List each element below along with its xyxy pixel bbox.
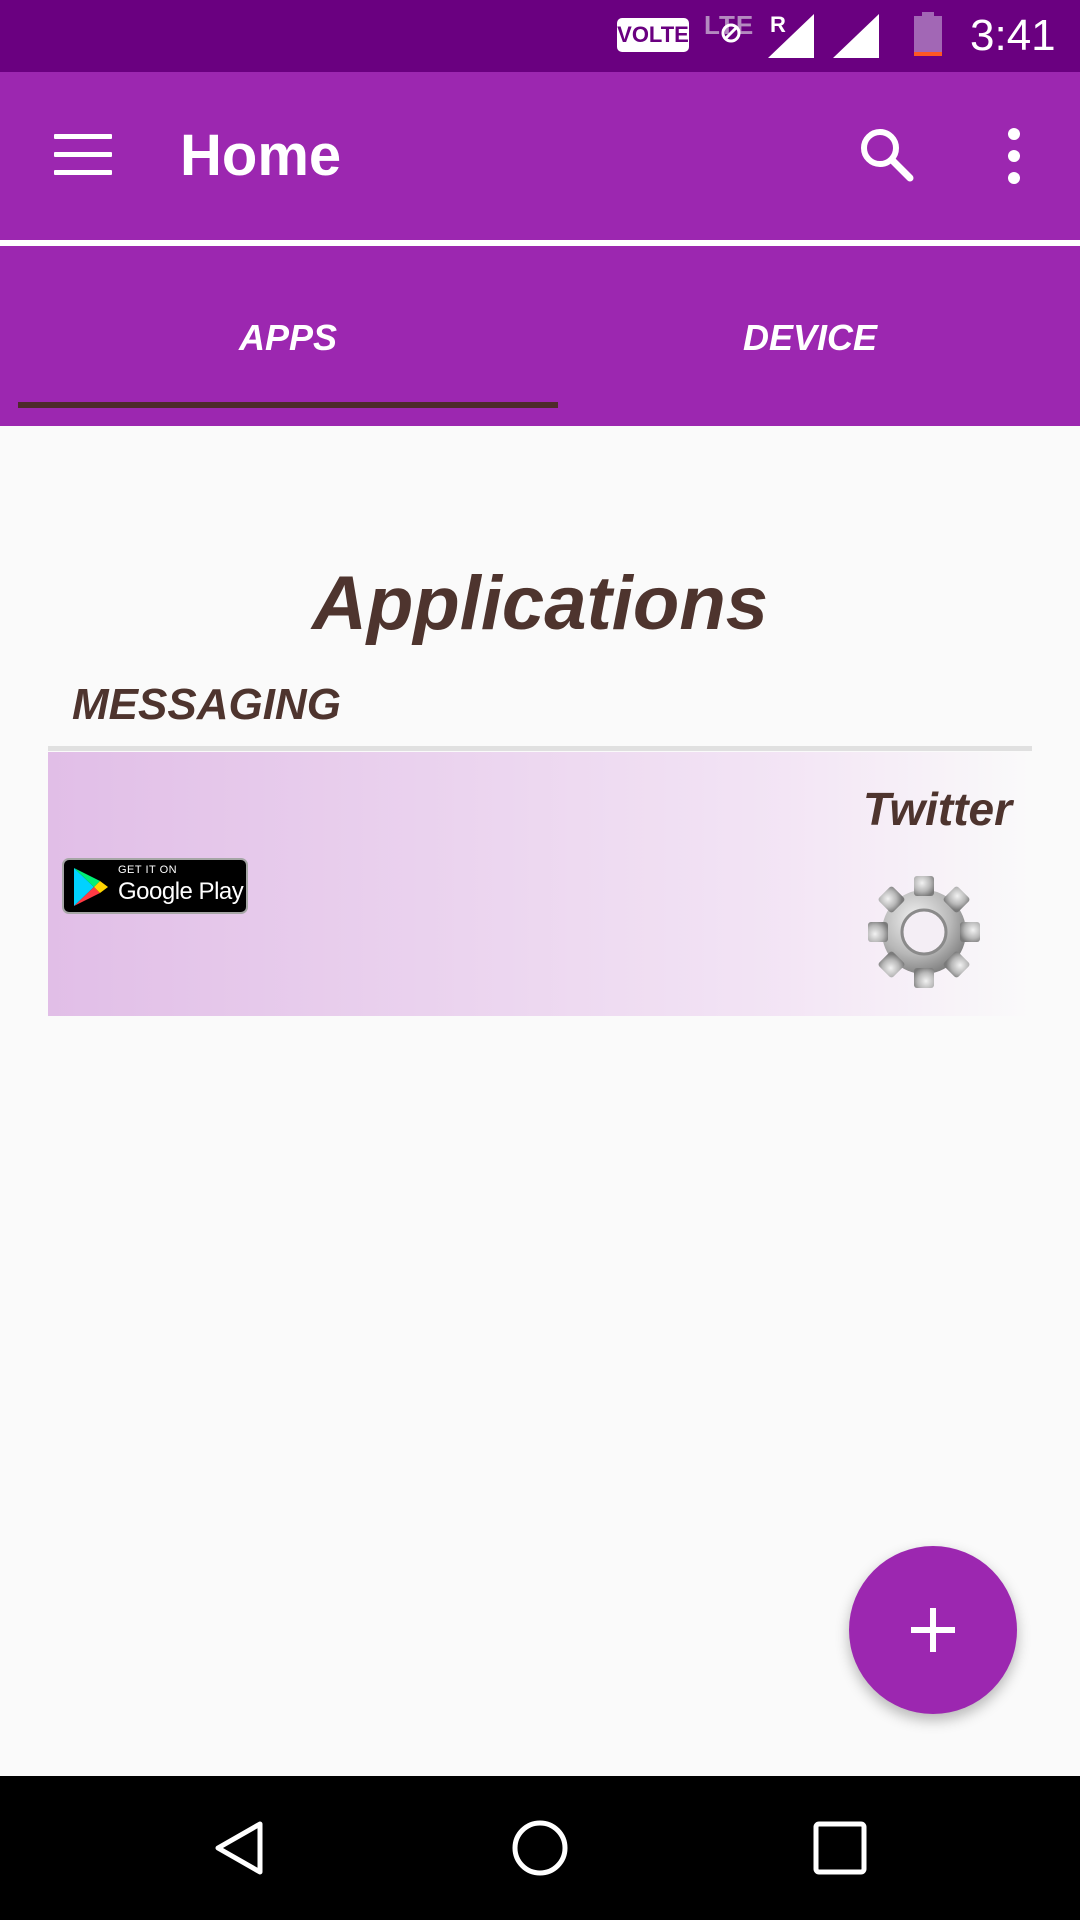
signal-icon	[833, 14, 879, 58]
more-vert-icon[interactable]	[1000, 128, 1028, 184]
app-card-twitter[interactable]: Twitter GET IT ON Google Play	[48, 752, 1032, 1016]
data-disabled-icon	[721, 23, 741, 43]
badge-caption: GET IT ON	[118, 864, 178, 876]
google-play-badge[interactable]: GET IT ON Google Play	[62, 858, 248, 914]
status-bar: VOLTE LTE R 3:41	[0, 0, 1080, 72]
tab-apps[interactable]: APPS	[18, 246, 558, 426]
tab-bar: APPS DEVICE	[0, 246, 1080, 426]
app-bar	[0, 72, 1080, 240]
battery-low-icon	[914, 12, 942, 56]
app-name: Twitter	[862, 783, 1012, 835]
section-divider	[48, 746, 1032, 751]
section-header-messaging: MESSAGING	[72, 680, 341, 729]
menu-icon[interactable]	[54, 134, 112, 176]
gear-icon[interactable]	[868, 876, 980, 988]
plus-icon	[911, 1608, 955, 1652]
volte-icon: VOLTE	[617, 18, 689, 52]
clock: 3:41	[970, 11, 1056, 60]
tab-device[interactable]: DEVICE	[540, 246, 1080, 426]
tab-indicator	[18, 402, 558, 408]
search-icon[interactable]	[856, 124, 916, 184]
applications-heading: Applications	[311, 561, 769, 646]
page-title: Home	[180, 123, 342, 188]
back-icon[interactable]	[210, 1818, 270, 1878]
signal-icon	[768, 14, 814, 58]
google-play-icon	[74, 868, 108, 906]
home-icon[interactable]	[510, 1818, 570, 1878]
recents-icon[interactable]	[812, 1820, 868, 1876]
badge-store-name: Google Play	[118, 878, 244, 905]
add-fab-button[interactable]	[849, 1546, 1017, 1714]
